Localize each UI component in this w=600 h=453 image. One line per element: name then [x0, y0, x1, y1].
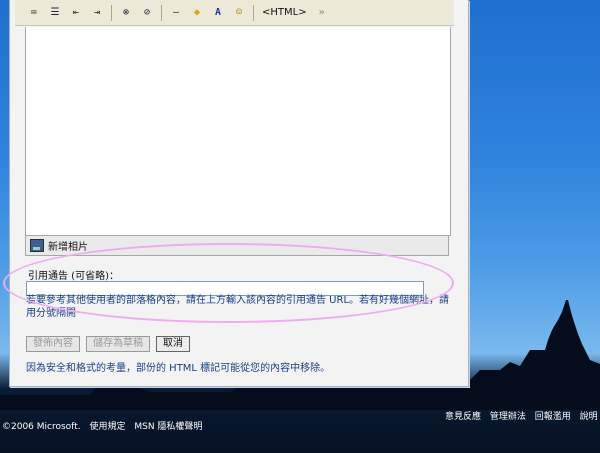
- toolbar-separator: [111, 4, 112, 21]
- save-draft-button[interactable]: 儲存為草稿: [86, 336, 150, 352]
- copyright-text: ©2006 Microsoft.: [2, 422, 81, 432]
- indent-icon[interactable]: ⇥: [88, 4, 106, 22]
- report-abuse-link[interactable]: 回報濫用: [535, 412, 571, 422]
- footer-right-links: 意見反應 管理辦法 回報濫用 說明: [445, 409, 598, 422]
- bullet-list-icon[interactable]: ☰: [46, 4, 64, 22]
- feedback-link[interactable]: 意見反應: [445, 412, 481, 422]
- security-note: 因為安全和格式的考量，部份的 HTML 標記可能從您的內容中移除。: [26, 363, 331, 374]
- trackback-hint-text: 若要參考其他使用者的部落格內容，請在上方輸入該內容的引用通告 URL。若有好幾個…: [26, 295, 450, 319]
- font-color-icon[interactable]: A: [209, 4, 227, 22]
- highlight-color-icon[interactable]: ◆: [188, 4, 206, 22]
- action-button-row: 發佈內容 儲存為草稿 取消: [26, 336, 190, 352]
- numbered-list-icon[interactable]: ≔: [25, 4, 43, 22]
- emoticon-icon[interactable]: ☺: [230, 4, 248, 22]
- terms-link[interactable]: 使用規定: [89, 422, 125, 432]
- publish-button[interactable]: 發佈內容: [26, 336, 80, 352]
- add-photo-label[interactable]: 新增相片: [48, 238, 88, 253]
- unlink-icon[interactable]: ⊘: [138, 4, 156, 22]
- editor-toolbar: ≔ ☰ ⇤ ⇥ ⊗ ⊘ — ◆ A ☺ <HTML> »: [15, 0, 454, 26]
- post-body-editor[interactable]: [25, 27, 451, 236]
- trackback-label: 引用通告 (可省略)：: [28, 271, 119, 282]
- privacy-link[interactable]: MSN 隱私權聲明: [134, 422, 202, 432]
- toolbar-separator: [253, 4, 254, 21]
- add-photo-bar[interactable]: 新增相片: [25, 235, 449, 256]
- outdent-icon[interactable]: ⇤: [67, 4, 85, 22]
- html-mode-button[interactable]: <HTML>: [259, 6, 310, 19]
- admin-policy-link[interactable]: 管理辦法: [490, 412, 526, 422]
- cancel-button[interactable]: 取消: [156, 336, 190, 352]
- help-link[interactable]: 說明: [580, 412, 598, 422]
- horizontal-rule-icon[interactable]: —: [167, 4, 185, 22]
- photo-icon: [30, 239, 44, 252]
- link-icon[interactable]: ⊗: [117, 4, 135, 22]
- footer-left-links: ©2006 Microsoft. 使用規定 MSN 隱私權聲明: [2, 419, 208, 432]
- toolbar-separator: [161, 4, 162, 21]
- chevron-more-icon[interactable]: »: [313, 4, 331, 22]
